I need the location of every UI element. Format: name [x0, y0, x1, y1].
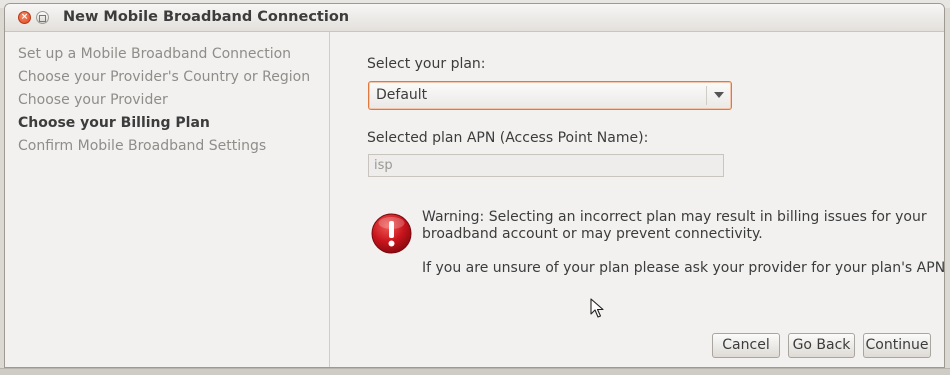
title-bar[interactable]: × New Mobile Broadband Connection	[5, 4, 944, 32]
plan-select-value: Default	[376, 87, 428, 103]
continue-button[interactable]: Continue	[863, 333, 931, 358]
step-confirm: Confirm Mobile Broadband Settings	[18, 138, 267, 154]
step-list: Set up a Mobile Broadband Connection Cho…	[18, 43, 310, 158]
cancel-button[interactable]: Cancel	[712, 333, 780, 358]
select-separator	[706, 86, 707, 105]
main-panel: Select your plan: Default Selected plan …	[330, 32, 944, 367]
close-window-button[interactable]: ×	[18, 11, 31, 24]
mouse-pointer-icon	[590, 298, 604, 318]
close-icon: ×	[20, 12, 29, 22]
broadband-dialog: × New Mobile Broadband Connection Set up…	[4, 3, 945, 368]
warning-icon	[371, 213, 412, 254]
step-setup: Set up a Mobile Broadband Connection	[18, 46, 292, 62]
plan-select[interactable]: Default	[368, 81, 732, 110]
go-back-button[interactable]: Go Back	[788, 333, 855, 358]
step-country: Choose your Provider's Country or Region	[18, 69, 311, 85]
plan-label: Select your plan:	[367, 56, 486, 72]
steps-sidebar: Set up a Mobile Broadband Connection Cho…	[5, 32, 330, 367]
apn-field[interactable]	[368, 154, 724, 177]
step-provider: Choose your Provider	[18, 92, 168, 108]
maximize-icon	[39, 15, 46, 22]
step-billing-plan: Choose your Billing Plan	[18, 115, 210, 131]
apn-hint-message: If you are unsure of your plan please as…	[422, 260, 945, 276]
chevron-down-icon	[714, 92, 724, 98]
apn-label: Selected plan APN (Access Point Name):	[367, 130, 649, 146]
window-title: New Mobile Broadband Connection	[63, 9, 350, 25]
maximize-window-button[interactable]	[36, 11, 49, 24]
warning-message: Warning: Selecting an incorrect plan may…	[422, 209, 927, 242]
